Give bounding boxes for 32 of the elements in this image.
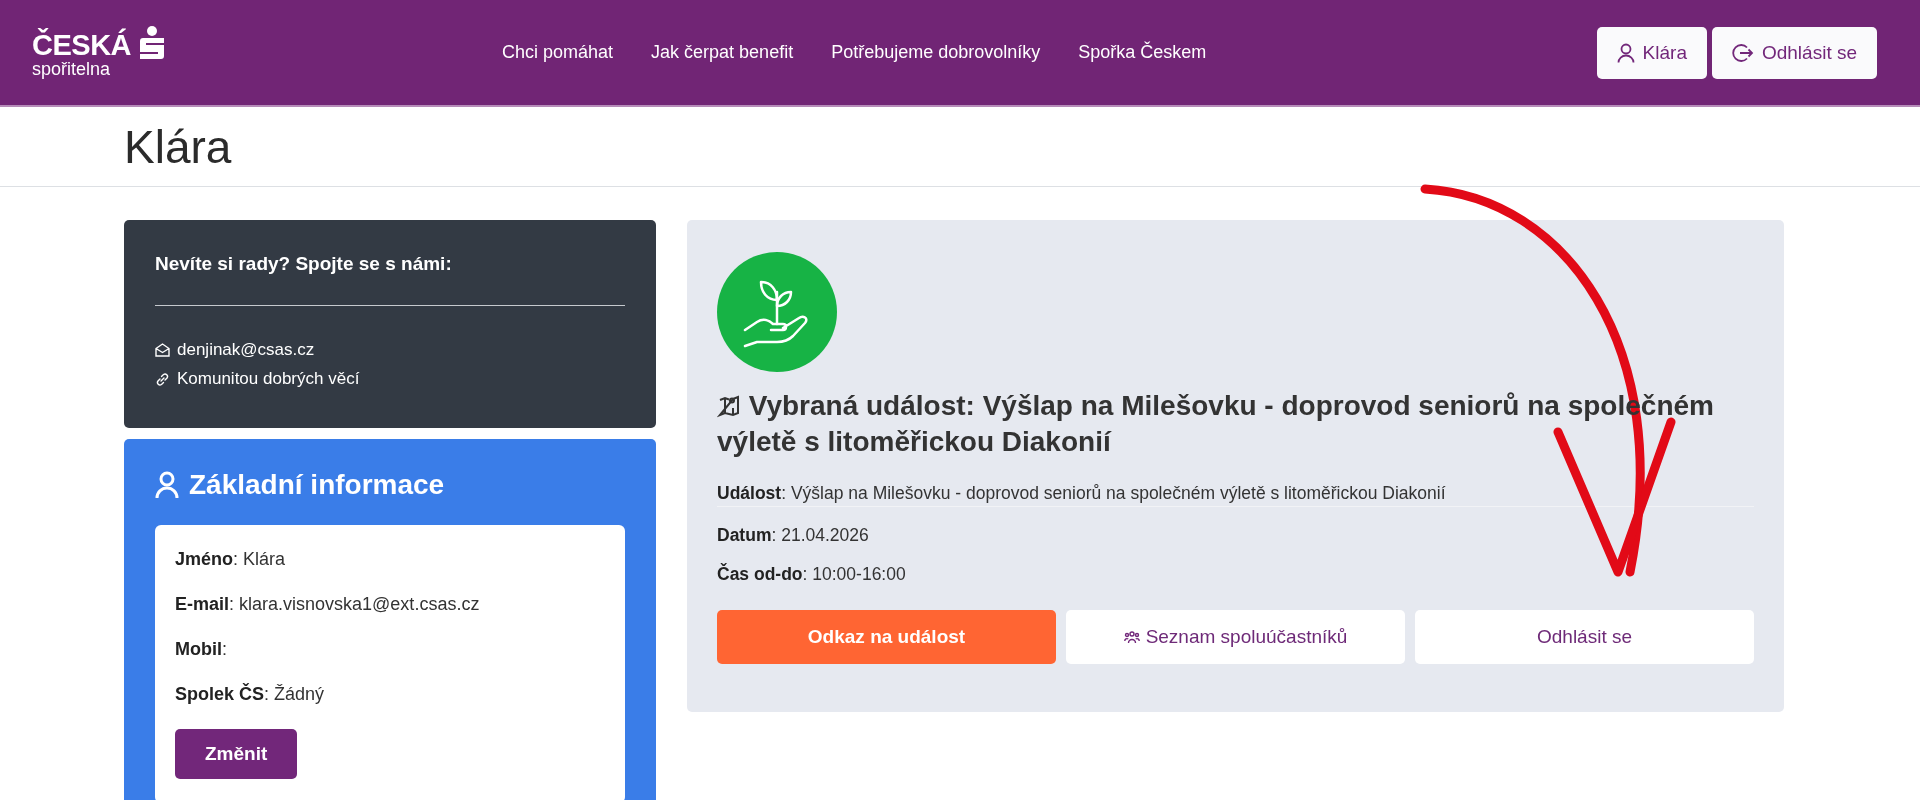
logout-button[interactable]: Odhlásit se [1711,26,1877,79]
info-field: Spolek ČS: Žádný [175,684,605,705]
logout-icon [1731,42,1754,63]
envelope-icon [155,343,170,357]
event-detail: Událost: Výšlap na Milešovku - doprovod seniorů na společném výletě s litoměřickou Diakonií [717,482,1754,507]
logo-subtitle: spořitelna [32,59,112,80]
participants-button[interactable]: Seznam spoluúčastníků [1066,609,1405,664]
info-field: E-mail: klara.visnovska1@ext.csas.cz [175,594,605,615]
people-icon [1123,629,1140,644]
info-field: Jméno: Klára [175,549,605,570]
community-link[interactable]: Komunitou dobrých věcí [177,369,360,389]
logo-wordmark: ČESKÁ [32,30,131,60]
change-button[interactable]: Změnit [175,729,298,779]
unregister-button[interactable]: Odhlásit se [1415,609,1754,664]
event-detail: Čas od-do: 10:00-16:00 [717,563,907,585]
nav-link[interactable]: Jak čerpat benefit [651,42,794,63]
nav-link[interactable]: Spořka Českem [1078,42,1207,63]
contact-heading: Nevíte si rady? Spojte se s námi: [155,253,453,275]
info-heading: Základní informace [189,469,445,501]
plant-in-hand-icon [717,252,837,372]
email-link[interactable]: denjinak@csas.cz [177,340,315,360]
person-icon [1616,42,1635,63]
nav-link[interactable]: Potřebujeme dobrovolníky [831,42,1041,63]
link-icon [155,371,170,387]
user-button[interactable]: Klára [1596,26,1707,79]
info-field: Mobil: [175,639,605,660]
event-detail: Datum: 21.04.2026 [717,524,870,546]
bank-logo[interactable]: ČESKÁ spořitelna [32,25,502,80]
logo-s-icon [137,25,167,60]
person-icon [155,471,179,499]
page-title: Klára [124,119,232,174]
nav-link[interactable]: Chci pomáhat [502,42,614,63]
